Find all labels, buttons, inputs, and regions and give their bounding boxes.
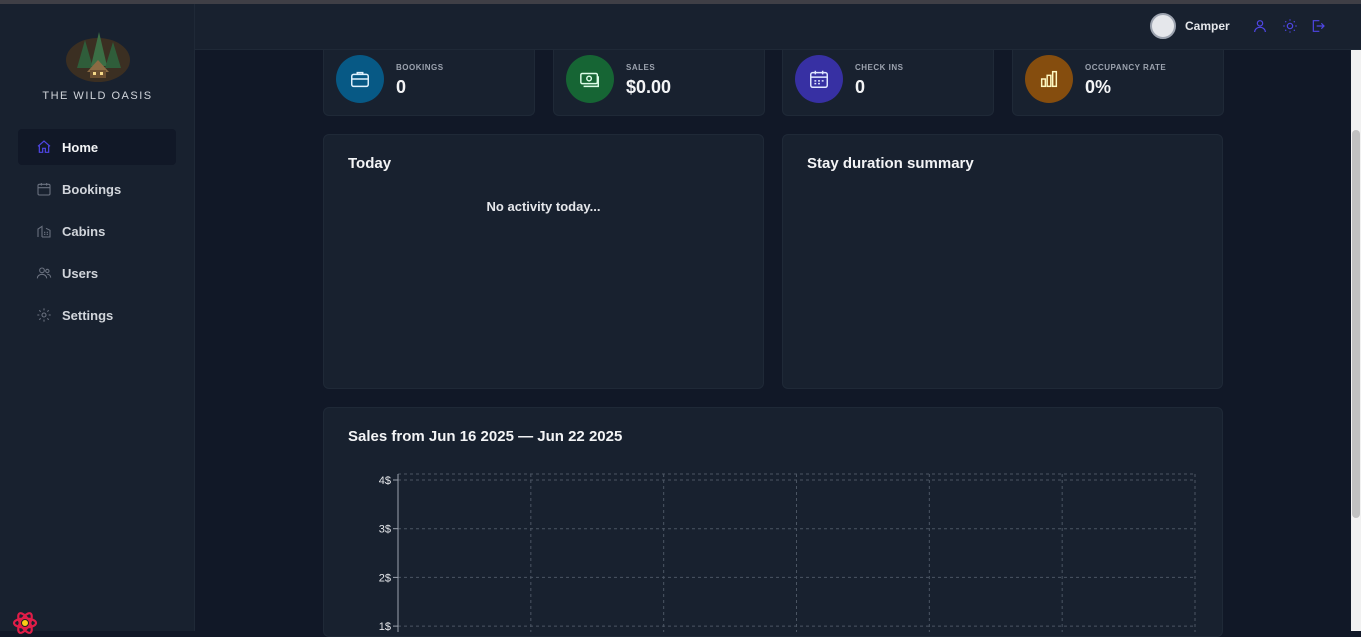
sidebar-item-label: Bookings <box>62 181 122 197</box>
users-icon <box>36 267 52 279</box>
app-header: Camper <box>195 4 1361 50</box>
banknotes-icon <box>580 72 599 88</box>
sun-icon[interactable] <box>1282 18 1298 34</box>
briefcase-icon <box>351 71 369 88</box>
brand-name: THE WILD OASIS <box>42 90 153 102</box>
y-tick-label: 3$ <box>379 524 391 536</box>
y-tick-label: 2$ <box>379 572 391 584</box>
y-tick-label: 1$ <box>379 621 391 632</box>
sales-area-chart: 4$ 3$ 2$ 1$ <box>379 473 1196 632</box>
stat-icon-circle <box>795 55 843 103</box>
user-name: Camper <box>1185 19 1230 33</box>
wild-oasis-logo <box>66 32 130 82</box>
calendar-icon <box>37 183 51 196</box>
sales-chart-panel: Sales from Jun 16 2025 — Jun 22 2025 4$ 3… <box>323 407 1223 637</box>
bar-chart-icon <box>1040 70 1058 88</box>
y-tick-label: 4$ <box>379 475 391 487</box>
stat-card-sales: SALES $0.00 <box>553 50 765 116</box>
main-nav: Home Bookings Cabins Users Settings <box>18 129 176 339</box>
sidebar-item-cabins[interactable]: Cabins <box>18 213 176 249</box>
home-icon <box>37 140 51 153</box>
stat-value: $0.00 <box>626 77 672 97</box>
avatar[interactable] <box>1150 13 1176 39</box>
sidebar-item-label: Home <box>62 139 99 155</box>
sidebar-item-users[interactable]: Users <box>18 255 176 291</box>
sidebar-item-settings[interactable]: Settings <box>18 297 176 333</box>
stat-label: CHECK INS <box>855 63 904 72</box>
stat-icon-circle <box>336 55 384 103</box>
scrollbar-thumb[interactable] <box>1352 130 1360 518</box>
sidebar-item-label: Cabins <box>62 223 106 239</box>
today-panel: Today No activity today... <box>323 134 764 389</box>
sidebar: THE WILD OASIS Home Bookings Cabins User… <box>0 4 195 634</box>
stat-value: 0 <box>396 77 407 97</box>
react-devtools-icon[interactable] <box>12 610 38 636</box>
stat-label: OCCUPANCY RATE <box>1085 63 1167 72</box>
stay-duration-title: Stay duration summary <box>807 155 974 172</box>
user-icon[interactable] <box>1252 18 1268 34</box>
sidebar-item-label: Settings <box>62 307 114 323</box>
sidebar-item-home[interactable]: Home <box>18 129 176 165</box>
today-title: Today <box>348 155 392 172</box>
logout-icon[interactable] <box>1310 18 1326 34</box>
no-activity-text: No activity today... <box>486 199 601 214</box>
stat-card-bookings: BOOKINGS 0 <box>323 50 535 116</box>
stat-value: 0 <box>855 77 866 97</box>
stat-label: BOOKINGS <box>396 63 444 72</box>
stat-label: SALES <box>626 63 656 72</box>
stat-icon-circle <box>566 55 614 103</box>
stat-card-checkins: CHECK INS 0 <box>782 50 994 116</box>
sidebar-item-label: Users <box>62 265 99 281</box>
stat-value: 0% <box>1085 77 1112 97</box>
page-scrollbar[interactable] <box>1351 50 1361 631</box>
calendar-icon <box>810 70 828 88</box>
cabins-icon <box>37 225 51 238</box>
sidebar-item-bookings[interactable]: Bookings <box>18 171 176 207</box>
stat-icon-circle <box>1025 55 1073 103</box>
gear-icon <box>37 308 51 322</box>
stay-duration-panel: Stay duration summary <box>782 134 1223 389</box>
stat-card-occupancy: OCCUPANCY RATE 0% <box>1012 50 1224 116</box>
